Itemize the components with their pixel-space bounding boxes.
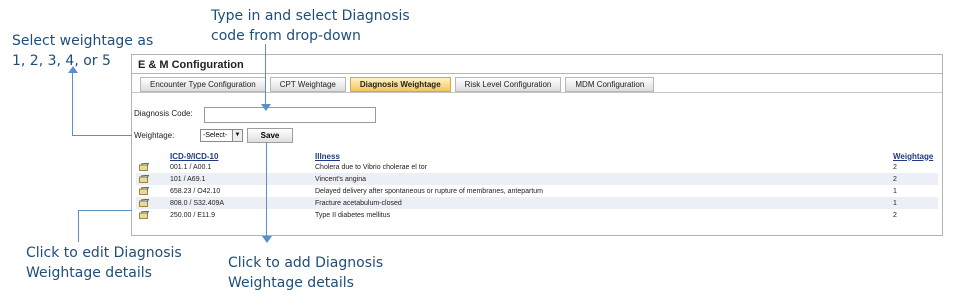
em-configuration-panel: E & M Configuration Encounter Type Confi… xyxy=(131,54,943,236)
connector-add xyxy=(266,142,267,238)
callout-weightage-line1: Select weightage as xyxy=(12,33,154,49)
code-cell: 001.1 / A00.1 xyxy=(170,163,212,171)
connector-edit-vertical xyxy=(78,210,79,242)
illness-cell: Vincent's angina xyxy=(315,173,893,185)
arrow-down-icon xyxy=(262,236,272,243)
table-row: 808.0 / S32.409A Fracture acetabulum-clo… xyxy=(136,197,938,209)
tab-encounter-type-configuration[interactable]: Encounter Type Configuration xyxy=(140,77,266,92)
edit-cell xyxy=(136,161,170,173)
callout-edit: Click to edit Diagnosis Weightage detail… xyxy=(26,243,182,283)
callout-edit-line2: Weightage details xyxy=(26,265,152,281)
illness-cell: Fracture acetabulum-closed xyxy=(315,197,893,209)
weightage-cell: 2 xyxy=(893,173,938,185)
edit-icon[interactable] xyxy=(139,187,149,195)
callout-edit-line1: Click to edit Diagnosis xyxy=(26,245,182,261)
tab-cpt-weightage[interactable]: CPT Weightage xyxy=(269,77,346,92)
edit-icon[interactable] xyxy=(139,163,149,171)
connector-diagnosis xyxy=(265,44,266,106)
panel-title: E & M Configuration xyxy=(138,59,244,71)
weightage-cell: 1 xyxy=(893,187,897,195)
table-row: 101 / A69.1 Vincent's angina 2 xyxy=(136,173,938,185)
tab-bar: Encounter Type Configuration CPT Weighta… xyxy=(140,77,658,92)
edit-icon[interactable] xyxy=(139,211,149,219)
connector-edit-horizontal xyxy=(78,210,132,211)
connector-weightage-horizontal xyxy=(72,135,132,136)
header-icd-codes[interactable]: ICD-9/ICD-10 xyxy=(170,151,315,161)
title-divider xyxy=(132,73,942,74)
edit-cell xyxy=(136,209,170,221)
table-row: 001.1 / A00.1 Cholera due to Vibrio chol… xyxy=(136,161,938,173)
callout-diagnosis-line2: code from drop-down xyxy=(211,28,361,44)
tab-divider xyxy=(132,92,942,93)
edit-icon[interactable] xyxy=(139,175,149,183)
edit-cell xyxy=(136,173,170,185)
table-row: 658.23 / O42.10 Delayed delivery after s… xyxy=(136,185,938,197)
save-button[interactable]: Save xyxy=(247,128,293,143)
connector-weightage-vertical xyxy=(72,72,73,136)
table-row: 250.00 / E11.9 Type II diabetes mellitus… xyxy=(136,209,938,221)
callout-diagnosis: Type in and select Diagnosis code from d… xyxy=(211,6,410,46)
callout-add-line2: Weightage details xyxy=(228,275,354,291)
diagnosis-weightage-table: ICD-9/ICD-10 Illness Weightage 001.1 / A… xyxy=(136,151,938,221)
callout-diagnosis-line1: Type in and select Diagnosis xyxy=(211,8,410,24)
edit-cell xyxy=(136,185,170,197)
arrow-up-icon xyxy=(68,66,78,73)
tab-diagnosis-weightage[interactable]: Diagnosis Weightage xyxy=(349,77,451,92)
diagnosis-code-input[interactable] xyxy=(204,107,376,123)
tab-mdm-configuration[interactable]: MDM Configuration xyxy=(565,77,655,92)
edit-cell xyxy=(136,197,170,209)
weightage-cell: 2 xyxy=(893,163,897,171)
code-cell: 658.23 / O42.10 xyxy=(170,187,221,195)
illness-cell: Delayed delivery after spontaneous or ru… xyxy=(315,187,544,195)
weightage-select[interactable]: -Select- ▼ xyxy=(200,129,243,142)
weightage-select-value: -Select- xyxy=(203,132,228,139)
code-cell: 808.0 / S32.409A xyxy=(170,197,315,209)
callout-add-line1: Click to add Diagnosis xyxy=(228,255,384,271)
edit-icon[interactable] xyxy=(139,199,149,207)
header-edit xyxy=(136,151,170,161)
chevron-down-icon: ▼ xyxy=(232,130,242,141)
weightage-label: Weightage: xyxy=(134,131,175,140)
arrow-down-icon xyxy=(261,104,271,111)
callout-add: Click to add Diagnosis Weightage details xyxy=(228,253,383,293)
code-cell: 250.00 / E11.9 xyxy=(170,211,216,219)
code-cell: 101 / A69.1 xyxy=(170,173,315,185)
weightage-cell: 1 xyxy=(893,197,938,209)
tab-risk-level-configuration[interactable]: Risk Level Configuration xyxy=(454,77,562,92)
table-header-row: ICD-9/ICD-10 Illness Weightage xyxy=(136,151,938,161)
diagnosis-code-label: Diagnosis Code: xyxy=(134,109,193,118)
header-weightage[interactable]: Weightage xyxy=(893,151,938,161)
header-illness[interactable]: Illness xyxy=(315,151,893,161)
weightage-cell: 2 xyxy=(893,211,897,219)
illness-cell: Cholera due to Vibrio cholerae el tor xyxy=(315,163,427,171)
illness-cell: Type II diabetes mellitus xyxy=(315,211,391,219)
